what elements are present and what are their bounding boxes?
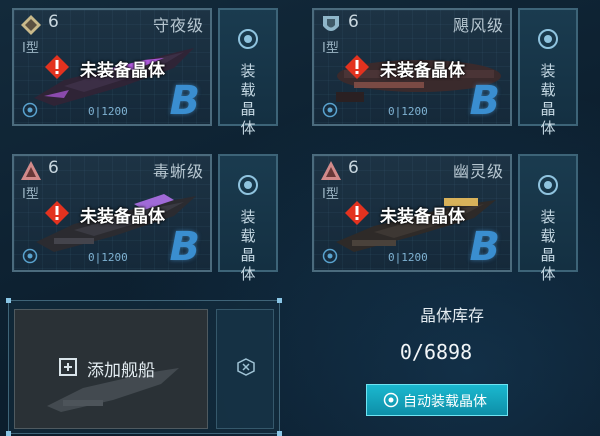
- frame-corner: [277, 431, 282, 436]
- crystal-status: 未装备晶体: [380, 207, 465, 227]
- ship-rank-badge-icon: [21, 161, 41, 180]
- ship-type-label: Ⅰ型: [322, 187, 339, 202]
- ship-grade: B: [169, 224, 201, 270]
- crystal-slot-icon: [538, 175, 558, 195]
- fleet-screen: 6 Ⅰ型 守夜级 未装备晶体 0|1200 B 装载晶体 6 Ⅰ型 飓风级 未装…: [0, 0, 600, 436]
- ship-grade: B: [469, 224, 501, 270]
- ship-class-name: 幽灵级: [452, 162, 504, 181]
- warning-icon: [345, 55, 369, 79]
- equip-crystal-button[interactable]: 装载晶体: [518, 8, 578, 137]
- ship-card[interactable]: 6 Ⅰ型 毒蜥级 未装备晶体 0|1200 B: [12, 154, 212, 272]
- warning-icon: [45, 201, 69, 225]
- ship-level: 6: [48, 12, 59, 32]
- crystal-slot-icon: [238, 175, 258, 195]
- crystal-slot-icon: [322, 102, 338, 118]
- ship-card[interactable]: 6 Ⅰ型 幽灵级 未装备晶体 0|1200 B: [312, 154, 512, 272]
- ship-exp: 0|1200: [88, 105, 128, 118]
- equip-crystal-label: 装载晶体: [540, 208, 556, 283]
- crystal-stock-title: 晶体库存: [419, 306, 484, 325]
- equip-crystal-button[interactable]: 装载晶体: [218, 154, 278, 283]
- ship-rank-badge-icon: [321, 161, 341, 180]
- ship-type-label: Ⅰ型: [22, 41, 39, 56]
- crystal-slot-icon: [322, 248, 338, 264]
- ship-rank-badge-icon: [323, 16, 339, 31]
- ship-type-label: Ⅰ型: [322, 41, 339, 56]
- auto-equip-label: 自动装载晶体: [403, 394, 487, 410]
- ship-exp: 0|1200: [388, 105, 428, 118]
- remove-slot-button[interactable]: [216, 309, 274, 429]
- auto-equip-crystal-button[interactable]: 自动装载晶体: [366, 384, 508, 416]
- equip-crystal-button[interactable]: 装载晶体: [518, 154, 578, 283]
- add-ship-button[interactable]: 添加舰船: [14, 309, 208, 429]
- ship-grade: B: [169, 78, 201, 124]
- warning-icon: [45, 55, 69, 79]
- ship-type-label: Ⅰ型: [22, 187, 39, 202]
- crystal-slot-icon: [538, 29, 558, 49]
- equip-crystal-button[interactable]: 装载晶体: [218, 8, 278, 137]
- frame-corner: [6, 298, 11, 303]
- crystal-stock-count: 0/6898: [399, 340, 473, 364]
- crystal-slot-icon: [22, 102, 38, 118]
- ship-level: 6: [348, 12, 359, 32]
- ship-class-name: 毒蜥级: [152, 162, 204, 181]
- crystal-slot-icon: [238, 29, 258, 49]
- plus-icon: [59, 358, 77, 376]
- crystal-status: 未装备晶体: [80, 207, 165, 227]
- ship-level: 6: [48, 158, 59, 178]
- crystal-slot-icon: [383, 392, 399, 408]
- ship-card[interactable]: 6 Ⅰ型 守夜级 未装备晶体 0|1200 B: [12, 8, 212, 126]
- close-icon: [237, 358, 255, 376]
- ship-exp: 0|1200: [88, 251, 128, 264]
- ship-exp: 0|1200: [388, 251, 428, 264]
- ship-class-name: 守夜级: [152, 16, 204, 35]
- ship-grade: B: [469, 78, 501, 124]
- equip-crystal-label: 装载晶体: [240, 62, 256, 137]
- crystal-slot-icon: [22, 248, 38, 264]
- equip-crystal-label: 装载晶体: [540, 62, 556, 137]
- frame-corner: [277, 298, 282, 303]
- ship-rank-badge-icon: [21, 15, 41, 35]
- ship-level: 6: [348, 158, 359, 178]
- ship-class-name: 飓风级: [452, 16, 504, 35]
- warning-icon: [345, 201, 369, 225]
- ship-card[interactable]: 6 Ⅰ型 飓风级 未装备晶体 0|1200 B: [312, 8, 512, 126]
- crystal-status: 未装备晶体: [80, 61, 165, 81]
- crystal-status: 未装备晶体: [380, 61, 465, 81]
- add-ship-label: 添加舰船: [87, 361, 155, 381]
- frame-corner: [6, 431, 11, 436]
- equip-crystal-label: 装载晶体: [240, 208, 256, 283]
